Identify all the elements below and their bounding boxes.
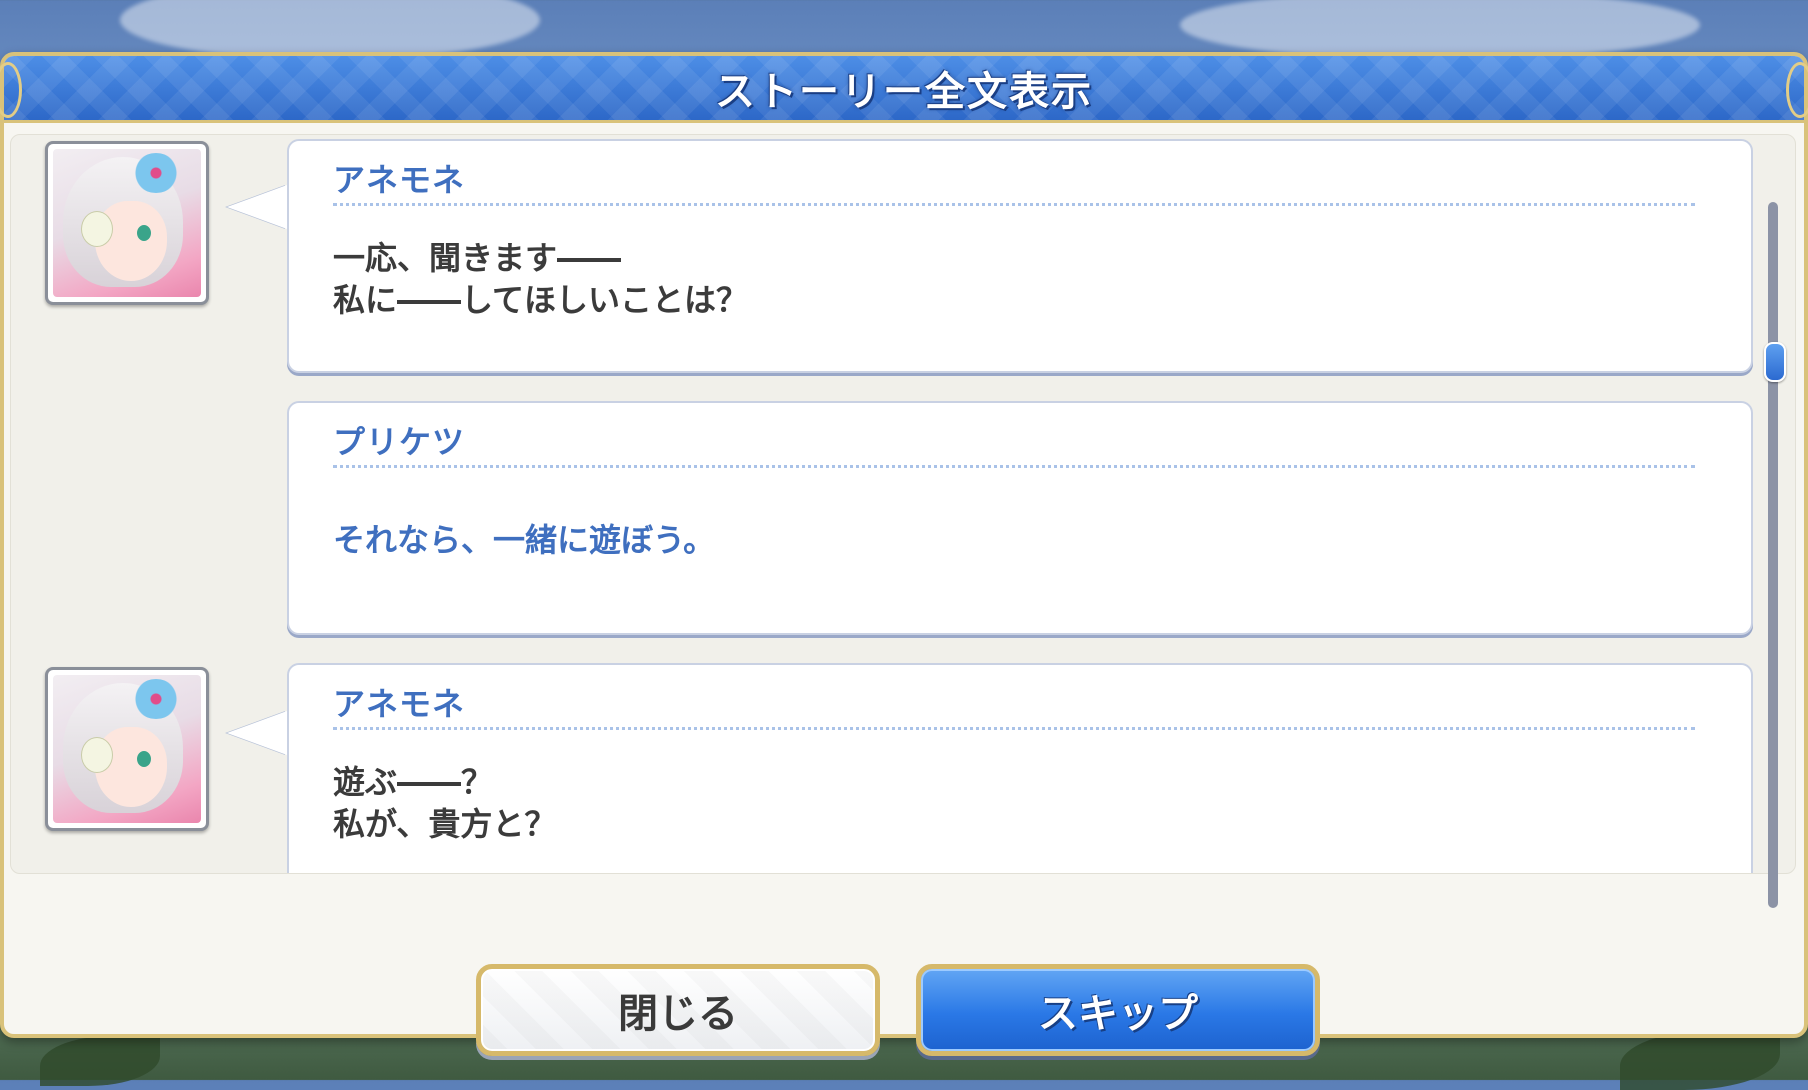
close-button[interactable]: 閉じる	[476, 964, 880, 1056]
speaker-name: プリケツ	[333, 423, 466, 461]
story-log-dialog: ストーリー全文表示 アネモネ 一応、聞きます―― 私に――してほしいことは？ プ…	[0, 52, 1808, 1056]
speech-bubble-tail	[227, 711, 287, 755]
speech-bubble: アネモネ 遊ぶ――？ 私が、貴方と？	[287, 663, 1753, 873]
speech-bubble-tail	[227, 185, 287, 229]
corner-ornament-left	[0, 62, 22, 118]
background-cloud	[120, 0, 540, 60]
speaker-name: アネモネ	[333, 685, 466, 723]
dialogue-line: 私が、貴方と？	[333, 805, 557, 843]
close-button-label: 閉じる	[618, 991, 738, 1037]
dialogue-line: 遊ぶ――？	[333, 763, 494, 801]
character-portrait	[45, 141, 209, 305]
dialogue-line: 一応、聞きます――	[333, 239, 622, 277]
speaker-name: アネモネ	[333, 161, 466, 199]
background-cloud	[1180, 0, 1700, 60]
anemone-portrait-icon	[53, 675, 201, 823]
skip-button-label: スキップ	[1038, 991, 1198, 1037]
skip-button[interactable]: スキップ	[916, 964, 1320, 1056]
name-divider	[333, 465, 1695, 468]
dialogue-line: それなら、一緒に遊ぼう。	[333, 521, 716, 559]
scrollbar-track[interactable]	[1768, 202, 1778, 908]
name-divider	[333, 203, 1695, 206]
corner-ornament-right	[1786, 62, 1808, 118]
name-divider	[333, 727, 1695, 730]
dialog-title: ストーリー全文表示	[715, 69, 1093, 115]
speech-bubble: アネモネ 一応、聞きます―― 私に――してほしいことは？	[287, 139, 1753, 373]
background-foliage	[40, 1036, 160, 1086]
dialogue-line: 私に――してほしいことは？	[333, 281, 749, 319]
character-portrait	[45, 667, 209, 831]
story-log-scroll-area[interactable]: アネモネ 一応、聞きます―― 私に――してほしいことは？ プリケツ それなら、一…	[10, 134, 1796, 874]
anemone-portrait-icon	[53, 149, 201, 297]
background-foliage	[1620, 1030, 1780, 1090]
dialog-title-bar: ストーリー全文表示	[0, 56, 1808, 123]
speech-bubble: プリケツ それなら、一緒に遊ぼう。	[287, 401, 1753, 635]
scrollbar-thumb[interactable]	[1764, 342, 1786, 382]
